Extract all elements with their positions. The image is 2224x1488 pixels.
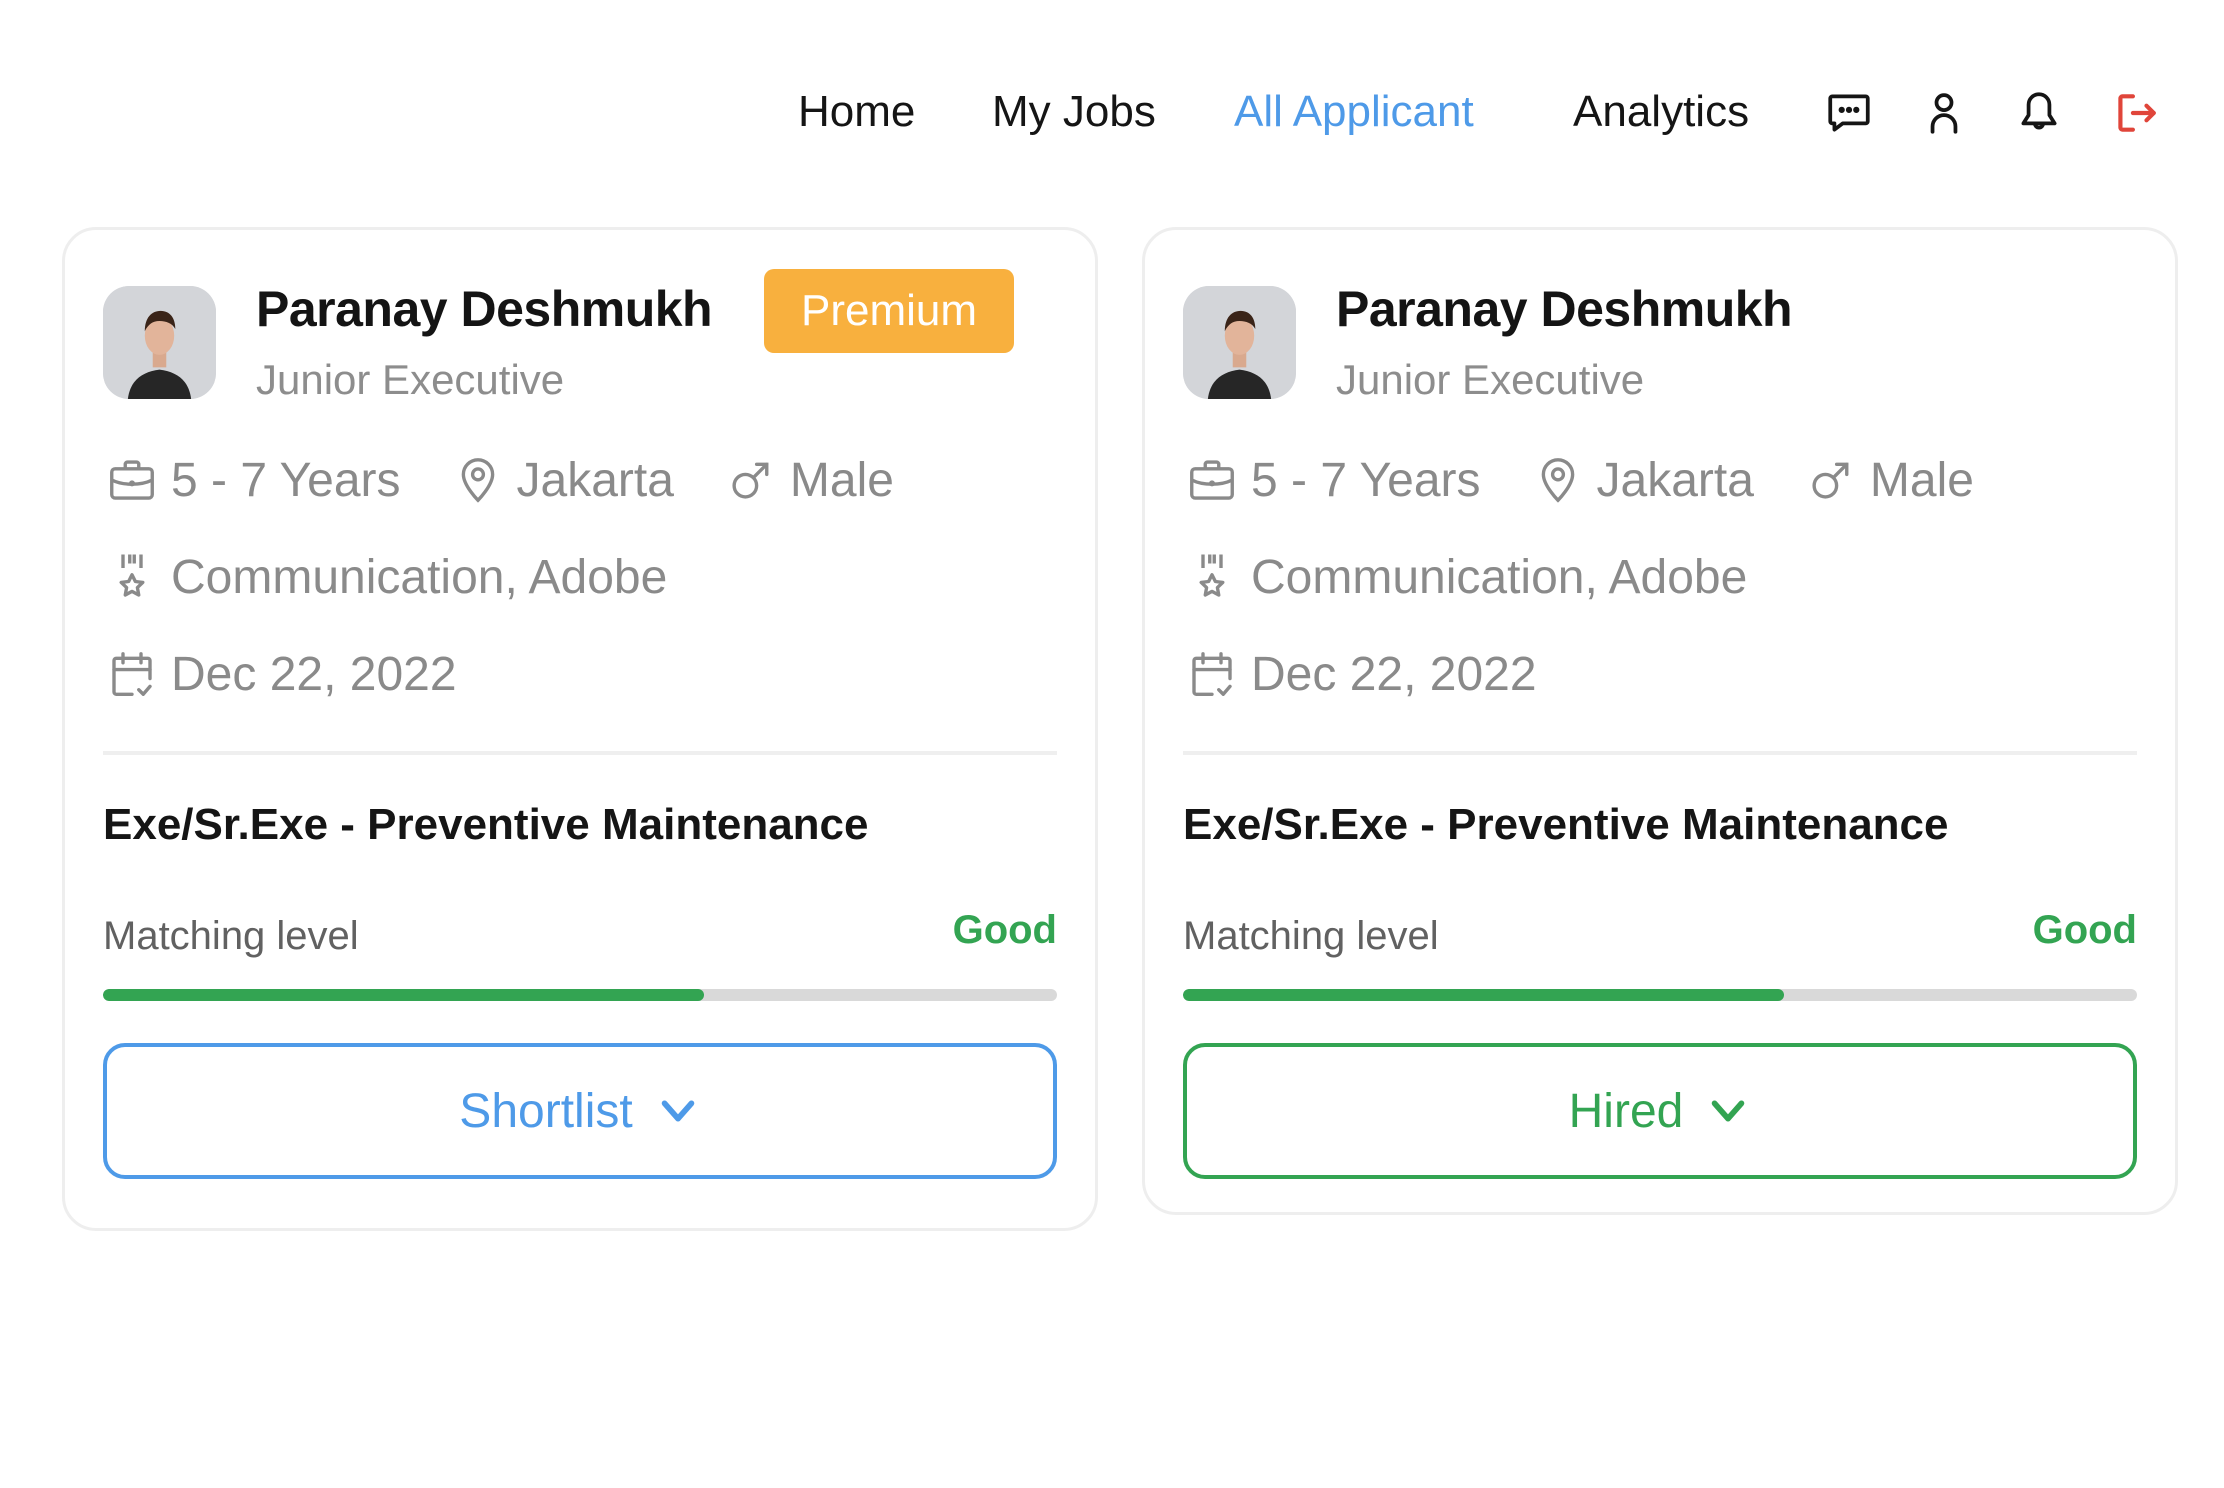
nav-all-applicant[interactable]: All Applicant [1234, 78, 1474, 146]
matching-level-label: Matching level [103, 914, 359, 958]
meta-row: Communication, Adobe [1185, 547, 1797, 607]
applicant-name: Paranay Deshmukh [1336, 281, 1793, 337]
meta-row: Communication, Adobe [105, 547, 717, 607]
top-nav: Home My Jobs All Applicant Analytics [0, 78, 2224, 146]
skills: Communication, Adobe [1185, 550, 1747, 605]
chevron-down-icon [1705, 1088, 1751, 1134]
avatar [103, 286, 216, 399]
applicant-name: Paranay Deshmukh [256, 281, 713, 337]
meta-row: 5 - 7 Years Jakarta Male [105, 450, 944, 510]
applied-date: Dec 22, 2022 [1185, 647, 1537, 702]
status-dropdown-button[interactable]: Shortlist [103, 1043, 1057, 1179]
experience: 5 - 7 Years [105, 453, 401, 508]
briefcase-icon [105, 453, 159, 507]
status-label: Shortlist [459, 1084, 633, 1138]
medal-icon [1185, 550, 1239, 604]
male-icon [1804, 453, 1858, 507]
experience: 5 - 7 Years [1185, 453, 1481, 508]
matching-progress-bar [1183, 989, 2137, 1001]
meta-row: Dec 22, 2022 [105, 644, 507, 704]
matching-level-label: Matching level [1183, 914, 1439, 958]
job-title: Exe/Sr.Exe - Preventive Maintenance [1183, 800, 1949, 849]
status-label: Hired [1568, 1084, 1684, 1138]
matching-level-value: Good [2032, 908, 2137, 952]
avatar [1183, 286, 1296, 399]
meta-row: Dec 22, 2022 [1185, 644, 1587, 704]
bell-icon[interactable] [2014, 88, 2064, 138]
nav-analytics[interactable]: Analytics [1573, 78, 1749, 146]
matching-progress-fill [103, 989, 705, 1001]
male-icon [724, 453, 778, 507]
applicant-card: Paranay Deshmukh Junior Executive 5 - 7 … [1142, 227, 2178, 1215]
medal-icon [105, 550, 159, 604]
applied-date: Dec 22, 2022 [105, 647, 457, 702]
location-pin-icon [1531, 453, 1585, 507]
divider [1183, 751, 2137, 755]
chat-icon[interactable] [1824, 88, 1874, 138]
logout-icon[interactable] [2110, 88, 2160, 138]
nav-home[interactable]: Home [798, 78, 915, 146]
applicant-role: Junior Executive [1336, 356, 1645, 403]
matching-level-value: Good [952, 908, 1057, 952]
location-pin-icon [451, 453, 505, 507]
meta-row: 5 - 7 Years Jakarta Male [1185, 450, 2024, 510]
gender: Male [724, 453, 894, 508]
job-title: Exe/Sr.Exe - Preventive Maintenance [103, 800, 869, 849]
applicant-card: Paranay Deshmukh Premium Junior Executiv… [62, 227, 1098, 1231]
user-icon[interactable] [1919, 88, 1969, 138]
applicant-role: Junior Executive [256, 356, 565, 403]
skills: Communication, Adobe [105, 550, 667, 605]
divider [103, 751, 1057, 755]
location: Jakarta [451, 453, 674, 508]
gender: Male [1804, 453, 1974, 508]
chevron-down-icon [655, 1088, 701, 1134]
matching-progress-fill [1183, 989, 1785, 1001]
calendar-check-icon [105, 647, 159, 701]
location: Jakarta [1531, 453, 1754, 508]
status-dropdown-button[interactable]: Hired [1183, 1043, 2137, 1179]
nav-my-jobs[interactable]: My Jobs [992, 78, 1156, 146]
briefcase-icon [1185, 453, 1239, 507]
premium-badge: Premium [764, 269, 1014, 353]
matching-progress-bar [103, 989, 1057, 1001]
calendar-check-icon [1185, 647, 1239, 701]
